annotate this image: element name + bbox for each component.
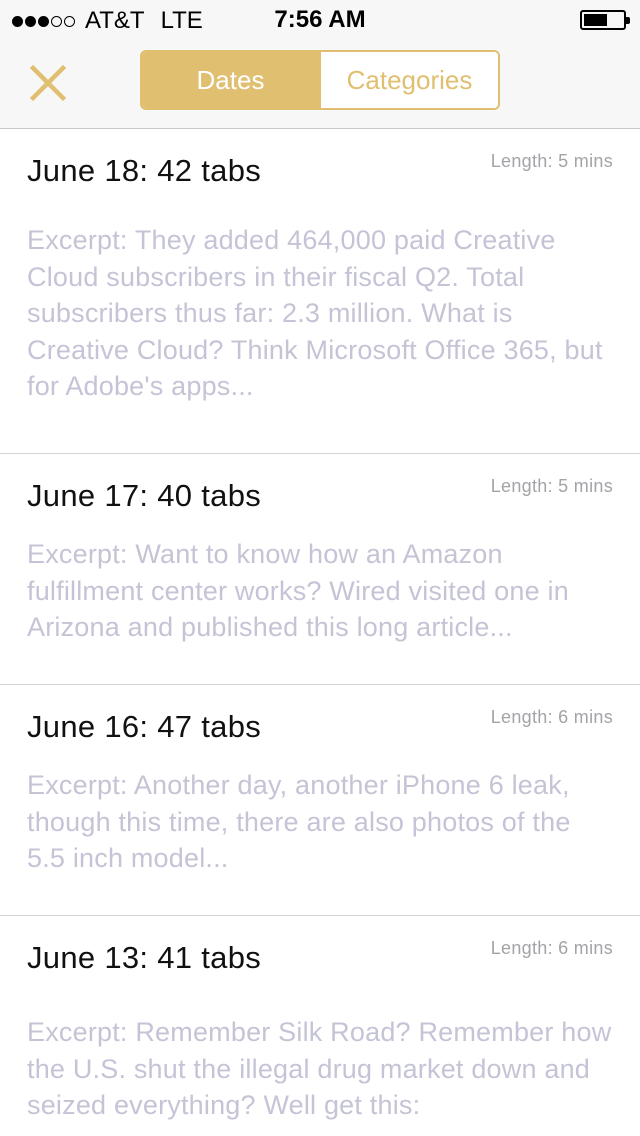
- list-item[interactable]: June 17: 40 tabs Length: 5 mins Excerpt:…: [0, 454, 640, 685]
- entry-length: Length: 5 mins: [490, 476, 613, 496]
- close-button[interactable]: [28, 63, 68, 103]
- battery-icon: [580, 10, 630, 30]
- entries-list: June 18: 42 tabs Length: 5 mins Excerpt:…: [0, 129, 640, 1136]
- entry-excerpt: Excerpt: They added 464,000 paid Creativ…: [27, 225, 603, 401]
- entry-length: Length: 6 mins: [490, 938, 613, 958]
- entry-excerpt: Excerpt: Remember Silk Road? Remember ho…: [27, 1017, 612, 1120]
- nav-bar: Dates Categories: [0, 40, 640, 129]
- segment-dates[interactable]: Dates: [142, 52, 319, 108]
- entry-length: Length: 5 mins: [490, 151, 613, 171]
- view-segmented-control: Dates Categories: [140, 50, 500, 110]
- entry-length: Length: 6 mins: [490, 707, 613, 727]
- entry-excerpt: Excerpt: Want to know how an Amazon fulf…: [27, 539, 569, 642]
- list-item[interactable]: June 13: 41 tabs Length: 6 mins Excerpt:…: [0, 916, 640, 1136]
- list-item[interactable]: June 18: 42 tabs Length: 5 mins Excerpt:…: [0, 129, 640, 454]
- status-bar: AT&T LTE 7:56 AM: [0, 0, 640, 40]
- battery-fill: [584, 14, 607, 26]
- segment-categories[interactable]: Categories: [319, 52, 498, 108]
- battery-tip: [626, 17, 630, 24]
- status-time: 7:56 AM: [274, 6, 366, 33]
- close-x-icon: [29, 64, 67, 102]
- entry-excerpt: Excerpt: Another day, another iPhone 6 l…: [27, 770, 571, 873]
- list-item[interactable]: June 16: 47 tabs Length: 6 mins Excerpt:…: [0, 685, 640, 916]
